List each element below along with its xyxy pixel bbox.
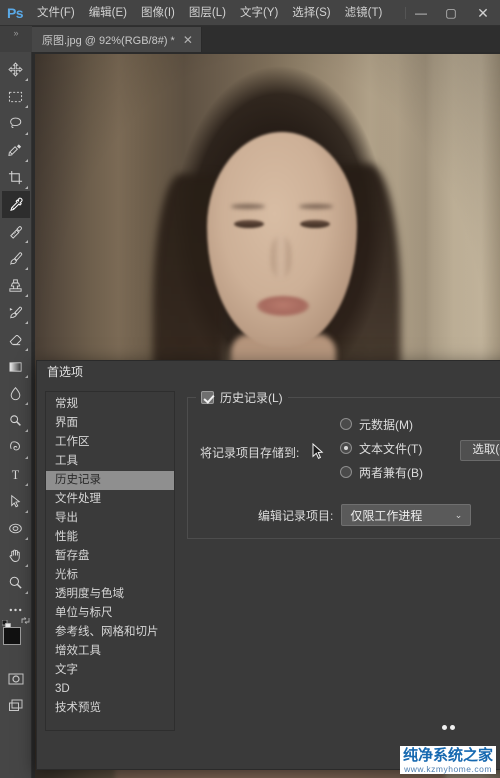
edit-log-items-label: 编辑记录项目: [258,508,334,523]
document-tab[interactable]: 原图.jpg @ 92%(RGB/8#) * ✕ [32,27,202,52]
nav-item-performance[interactable]: 性能 [46,528,174,547]
watermark-icon [433,721,463,745]
nav-item-technology-previews[interactable]: 技术预览 [46,699,174,718]
history-log-fieldset: 历史记录(L) 将记录项目存储到: 元数据(M) 文本文件(T) 两者兼有(B)… [187,389,500,539]
move-tool[interactable] [2,56,30,83]
menu-item-type[interactable]: 文字(Y) [233,0,285,26]
choose-file-button[interactable]: 选取(O)... [460,440,500,461]
watermark: 纯净系统之家 www.kzmyhome.com [399,721,496,774]
preferences-title: 首选项 [37,361,500,383]
rectangular-marquee-tool[interactable] [2,83,30,110]
watermark-text: 纯净系统之家 [402,747,493,764]
nav-item-interface[interactable]: 界面 [46,414,174,433]
menu-item-select[interactable]: 选择(S) [285,0,337,26]
menu-bar: Ps 文件(F) 编辑(E) 图像(I) 图层(L) 文字(Y) 选择(S) 滤… [0,0,500,26]
nav-item-history-log[interactable]: 历史记录 [46,471,174,490]
quick-selection-tool[interactable] [2,137,30,164]
watermark-band: 纯净系统之家 www.kzmyhome.com [399,746,496,774]
clone-stamp-tool[interactable] [2,272,30,299]
brush-tool[interactable] [2,245,30,272]
history-brush-tool[interactable] [2,299,30,326]
document-tab-title: 原图.jpg @ 92%(RGB/8#) * [42,34,175,47]
quick-mask-mode-icon[interactable] [2,665,30,692]
minimize-icon[interactable]: — [406,0,436,26]
photoshop-window: Ps 文件(F) 编辑(E) 图像(I) 图层(L) 文字(Y) 选择(S) 滤… [0,0,500,778]
blur-tool[interactable] [2,380,30,407]
menu-item-file[interactable]: 文件(F) [30,0,82,26]
toolbar-collapse-icon[interactable]: » [0,26,32,52]
radio-metadata[interactable] [340,418,352,430]
type-tool[interactable]: T [2,461,30,488]
maximize-icon[interactable]: ▢ [436,0,466,26]
history-log-legend: 历史记录(L) [196,389,288,406]
ellipse-shape-tool[interactable] [2,515,30,542]
history-log-label: 历史记录(L) [220,391,283,405]
history-log-checkbox[interactable] [201,391,214,404]
lasso-tool[interactable] [2,110,30,137]
gradient-tool[interactable] [2,353,30,380]
svg-text:T: T [12,468,20,482]
tab-close-icon[interactable]: ✕ [183,34,193,46]
watermark-dot-left [441,725,447,730]
photoshop-logo-icon: Ps [6,4,24,21]
dodge-tool[interactable] [2,407,30,434]
nav-item-general[interactable]: 常规 [46,395,174,414]
eyedropper-tool[interactable] [1,191,30,218]
radio-row-metadata[interactable]: 元数据(M) [340,412,500,436]
radio-label-both: 两者兼有(B) [359,465,423,480]
zoom-tool[interactable] [2,569,30,596]
screen-mode-icon[interactable] [2,692,30,719]
pen-tool[interactable] [2,434,30,461]
color-swatches[interactable] [1,617,30,657]
watermark-url: www.kzmyhome.com [404,764,492,774]
switch-colors-icon[interactable] [21,616,30,625]
radio-label-metadata: 元数据(M) [359,417,413,432]
nav-item-plugins[interactable]: 增效工具 [46,642,174,661]
nav-item-transparency[interactable]: 透明度与色域 [46,585,174,604]
save-log-items-to-label: 将记录项目存储到: [200,446,300,460]
nav-item-guides-grid[interactable]: 参考线、网格和切片 [46,623,174,642]
nav-item-tools[interactable]: 工具 [46,452,174,471]
nav-item-scratch-disks[interactable]: 暂存盘 [46,547,174,566]
chevron-down-icon: ⌄ [454,509,463,520]
tools-panel: T [0,52,32,778]
default-colors-icon[interactable] [1,616,11,629]
foreground-color-swatch[interactable] [2,627,21,645]
path-selection-tool[interactable] [2,488,30,515]
nav-item-workspace[interactable]: 工作区 [46,433,174,452]
nav-item-units-rulers[interactable]: 单位与标尺 [46,604,174,623]
healing-brush-tool[interactable] [2,218,30,245]
window-controls: — ▢ ✕ [405,0,500,26]
preferences-nav-list: 常规 界面 工作区 工具 历史记录 文件处理 导出 性能 暂存盘 光标 透明度与… [45,391,175,731]
menu-item-image[interactable]: 图像(I) [134,0,182,26]
radio-text-file[interactable] [340,442,352,454]
menu-item-filter[interactable]: 滤镜(T) [338,0,390,26]
nav-item-3d[interactable]: 3D [46,680,174,699]
nav-item-type[interactable]: 文字 [46,661,174,680]
edit-log-items-row: 编辑记录项目: 仅限工作进程 ⌄ [200,504,500,526]
eraser-tool[interactable] [2,326,30,353]
radio-row-both[interactable]: 两者兼有(B) [340,460,500,484]
preferences-main-panel: 历史记录(L) 将记录项目存储到: 元数据(M) 文本文件(T) 两者兼有(B)… [175,389,500,731]
menu-item-layer[interactable]: 图层(L) [182,0,233,26]
edit-log-items-select[interactable]: 仅限工作进程 ⌄ [341,504,472,526]
menu-item-edit[interactable]: 编辑(E) [82,0,134,26]
close-icon[interactable]: ✕ [466,0,500,26]
preferences-body: 常规 界面 工作区 工具 历史记录 文件处理 导出 性能 暂存盘 光标 透明度与… [37,383,500,731]
preferences-dialog: 首选项 常规 界面 工作区 工具 历史记录 文件处理 导出 性能 暂存盘 光标 … [36,360,500,770]
nav-item-cursors[interactable]: 光标 [46,566,174,585]
watermark-dot-right [449,725,455,730]
document-tab-bar: 原图.jpg @ 92%(RGB/8#) * ✕ [32,26,500,52]
nav-item-file-handling[interactable]: 文件处理 [46,490,174,509]
crop-tool[interactable] [2,164,30,191]
radio-both[interactable] [340,466,352,478]
nav-item-export[interactable]: 导出 [46,509,174,528]
edit-log-items-value: 仅限工作进程 [350,508,423,523]
radio-label-text-file: 文本文件(T) [359,441,423,456]
hand-tool[interactable] [2,542,30,569]
